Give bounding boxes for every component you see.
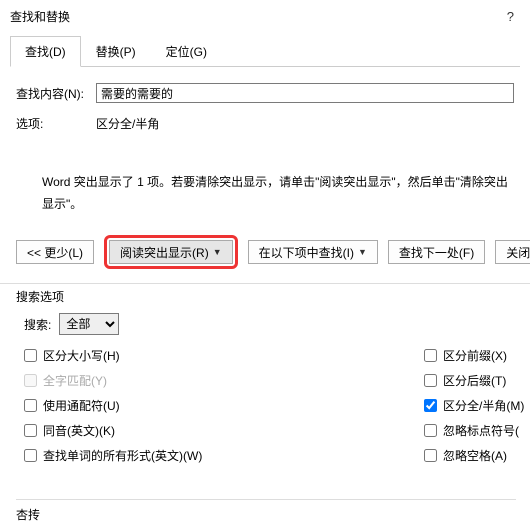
check-ignore-space[interactable]: 忽略空格(A) [424, 447, 524, 464]
check-full-half-width-box[interactable] [424, 399, 437, 412]
check-word-forms-label: 查找单词的所有形式(英文)(W) [43, 447, 202, 464]
check-suffix[interactable]: 区分后缀(T) [424, 372, 524, 389]
reading-highlight-label: 阅读突出显示(R) [120, 244, 209, 261]
tab-goto[interactable]: 定位(G) [151, 36, 222, 67]
tab-bar: 查找(D) 替换(P) 定位(G) [10, 31, 520, 67]
reading-highlight-button[interactable]: 阅读突出显示(R) ▼ [109, 240, 233, 264]
search-direction-select[interactable]: 全部 [59, 313, 119, 335]
check-full-half-width-label: 区分全/半角(M) [443, 397, 524, 414]
check-ignore-punct-box[interactable] [424, 424, 437, 437]
check-full-half-width[interactable]: 区分全/半角(M) [424, 397, 524, 414]
help-button[interactable]: ? [507, 9, 520, 24]
bottom-section-header: 杏抟 [16, 499, 516, 523]
check-word-forms-box[interactable] [24, 449, 37, 462]
find-in-button[interactable]: 在以下项中查找(I) ▼ [248, 240, 378, 264]
chevron-down-icon: ▼ [213, 247, 222, 257]
find-in-label: 在以下项中查找(I) [259, 244, 354, 261]
check-sounds-like-label: 同音(英文)(K) [43, 422, 115, 439]
tab-replace[interactable]: 替换(P) [81, 36, 151, 67]
options-value: 区分全/半角 [96, 115, 514, 132]
find-label: 查找内容(N): [16, 85, 96, 102]
check-wildcards[interactable]: 使用通配符(U) [24, 397, 424, 414]
search-direction-label: 搜索: [24, 316, 51, 333]
find-input[interactable] [96, 83, 514, 103]
check-suffix-label: 区分后缀(T) [443, 372, 506, 389]
find-next-button[interactable]: 查找下一处(F) [388, 240, 485, 264]
check-sounds-like[interactable]: 同音(英文)(K) [24, 422, 424, 439]
search-options-header: 搜索选项 [0, 283, 530, 313]
check-wildcards-label: 使用通配符(U) [43, 397, 120, 414]
check-word-forms[interactable]: 查找单词的所有形式(英文)(W) [24, 447, 424, 464]
check-whole-word-box [24, 374, 37, 387]
highlight-callout: 阅读突出显示(R) ▼ [104, 235, 238, 269]
check-match-case-box[interactable] [24, 349, 37, 362]
check-wildcards-box[interactable] [24, 399, 37, 412]
tab-find[interactable]: 查找(D) [10, 36, 81, 67]
chevron-down-icon: ▼ [358, 247, 367, 257]
check-prefix-label: 区分前缀(X) [443, 347, 507, 364]
check-match-case-label: 区分大小写(H) [43, 347, 120, 364]
close-button[interactable]: 关闭 [495, 240, 530, 264]
check-ignore-space-label: 忽略空格(A) [443, 447, 507, 464]
check-sounds-like-box[interactable] [24, 424, 37, 437]
options-label: 选项: [16, 115, 96, 132]
check-ignore-space-box[interactable] [424, 449, 437, 462]
less-button[interactable]: << 更少(L) [16, 240, 94, 264]
check-suffix-box[interactable] [424, 374, 437, 387]
check-prefix-box[interactable] [424, 349, 437, 362]
check-ignore-punct[interactable]: 忽略标点符号( [424, 422, 524, 439]
check-whole-word: 全字匹配(Y) [24, 372, 424, 389]
dialog-title: 查找和替换 [10, 8, 70, 25]
check-ignore-punct-label: 忽略标点符号( [443, 422, 519, 439]
check-match-case[interactable]: 区分大小写(H) [24, 347, 424, 364]
check-whole-word-label: 全字匹配(Y) [43, 372, 107, 389]
check-prefix[interactable]: 区分前缀(X) [424, 347, 524, 364]
status-message: Word 突出显示了 1 项。若要清除突出显示，请单击"阅读突出显示"，然后单击… [42, 172, 508, 215]
